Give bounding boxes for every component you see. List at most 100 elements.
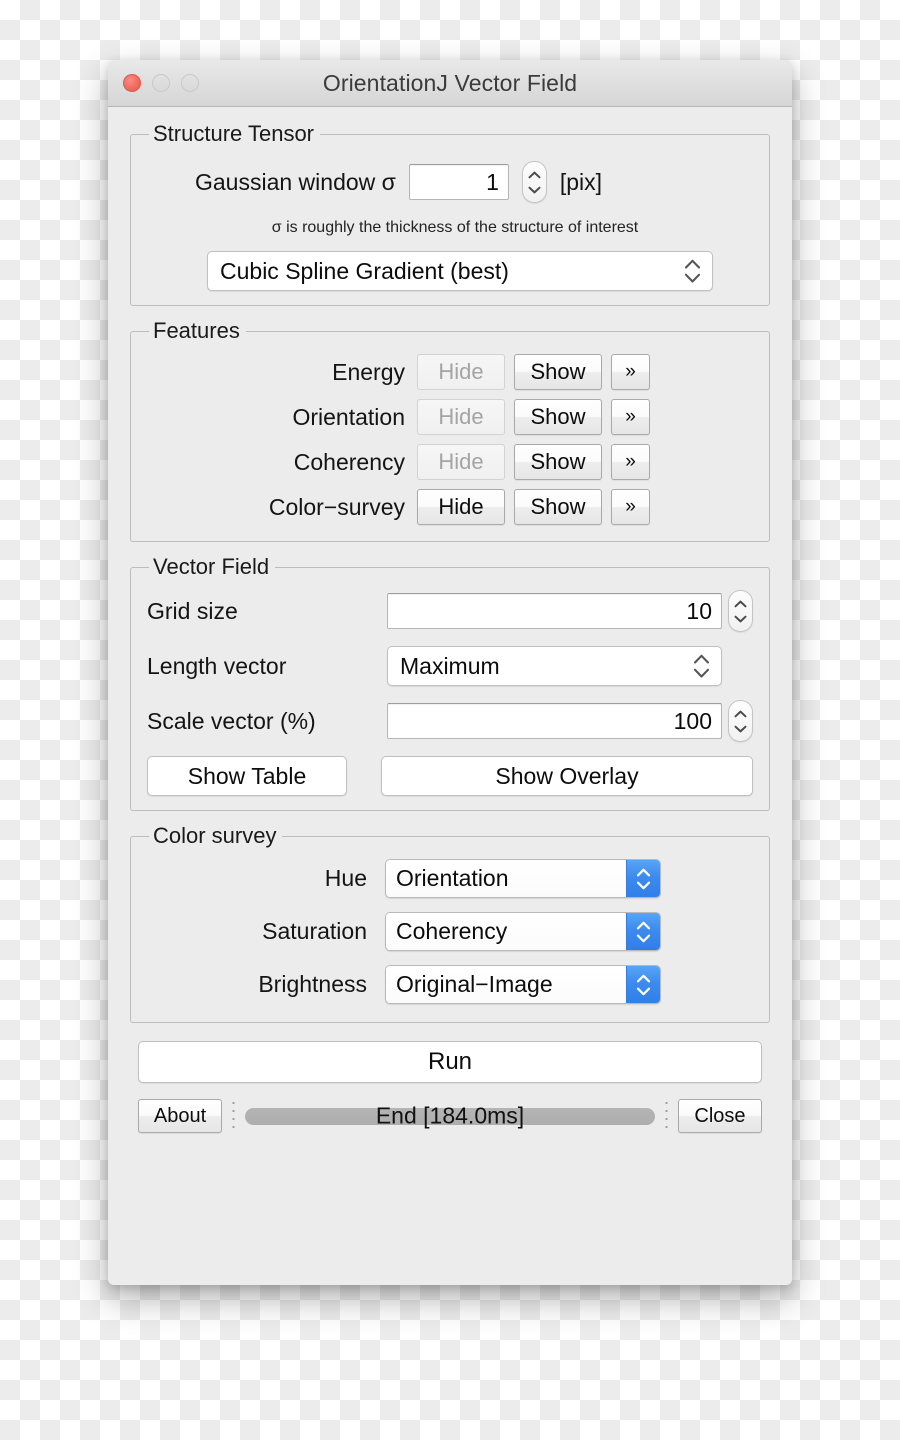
chevron-down-icon	[636, 987, 651, 995]
feature-label-color-survey: Color−survey	[268, 493, 405, 520]
window-title: OrientationJ Vector Field	[322, 69, 578, 96]
scale-vector-input[interactable]: 100	[387, 703, 722, 739]
chevron-down-icon	[734, 615, 747, 622]
vector-field-legend: Vector Field	[153, 554, 270, 579]
gaussian-window-label: Gaussian window σ	[195, 168, 396, 195]
coherency-hide-button[interactable]: Hide	[417, 444, 505, 480]
chevron-down-icon	[636, 934, 651, 942]
coherency-show-button[interactable]: Show	[514, 444, 602, 480]
feature-row-energy: Energy Hide Show »	[147, 354, 753, 390]
close-button[interactable]: Close	[678, 1099, 762, 1133]
scale-vector-stepper[interactable]	[728, 700, 753, 742]
chevron-up-icon	[636, 868, 651, 876]
saturation-select[interactable]: Coherency	[385, 912, 661, 951]
chevron-up-icon	[734, 710, 747, 717]
gradient-select[interactable]: Cubic Spline Gradient (best)	[207, 251, 713, 291]
scale-vector-control: 100	[387, 700, 753, 742]
length-vector-control: Maximum	[387, 646, 753, 686]
orientationj-vector-field-window: OrientationJ Vector Field Structure Tens…	[108, 60, 792, 1285]
orientation-hide-button[interactable]: Hide	[417, 399, 505, 435]
chevron-up-icon	[528, 171, 541, 178]
scale-vector-row: Scale vector (%) 100	[147, 700, 753, 742]
show-overlay-button[interactable]: Show Overlay	[381, 756, 753, 796]
feature-row-color-survey: Color−survey Hide Show »	[147, 489, 753, 525]
window-titlebar: OrientationJ Vector Field	[108, 60, 792, 107]
hue-row: Hue Orientation	[147, 859, 753, 898]
energy-more-button[interactable]: »	[611, 354, 650, 390]
chevron-up-icon	[734, 600, 747, 607]
length-vector-row: Length vector Maximum	[147, 646, 753, 686]
brightness-select[interactable]: Original−Image	[385, 965, 661, 1004]
feature-row-orientation: Orientation Hide Show »	[147, 399, 753, 435]
grid-size-input[interactable]: 10	[387, 593, 722, 629]
hue-select-value: Orientation	[386, 860, 626, 897]
grid-size-label: Grid size	[147, 597, 238, 624]
brightness-row: Brightness Original−Image	[147, 965, 753, 1004]
grid-size-control: 10	[387, 590, 753, 632]
orientation-more-button[interactable]: »	[611, 399, 650, 435]
color-survey-show-button[interactable]: Show	[514, 489, 602, 525]
run-button[interactable]: Run	[138, 1041, 762, 1083]
feature-row-coherency: Coherency Hide Show »	[147, 444, 753, 480]
energy-hide-button[interactable]: Hide	[417, 354, 505, 390]
color-survey-legend: Color survey	[153, 823, 277, 848]
sigma-hint-text: σ is roughly the thickness of the struct…	[271, 219, 639, 236]
hue-label: Hue	[324, 865, 367, 891]
saturation-select-value: Coherency	[386, 913, 626, 950]
zoom-window-button[interactable]	[181, 74, 199, 92]
structure-tensor-group: Structure Tensor Gaussian window σ 1 [pi…	[130, 121, 770, 306]
feature-label-energy: Energy	[332, 358, 405, 385]
saturation-label: Saturation	[262, 918, 367, 944]
window-content: Structure Tensor Gaussian window σ 1 [pi…	[108, 107, 792, 1285]
chevron-up-icon	[636, 974, 651, 982]
gradient-select-value: Cubic Spline Gradient (best)	[220, 257, 509, 284]
progress-status-text: End [184.0ms]	[375, 1102, 525, 1129]
gaussian-window-unit: [pix]	[559, 168, 603, 195]
chevron-updown-icon	[693, 654, 710, 678]
orientation-show-button[interactable]: Show	[514, 399, 602, 435]
brightness-select-arrows[interactable]	[626, 966, 660, 1003]
color-survey-hide-button[interactable]: Hide	[417, 489, 505, 525]
feature-label-orientation: Orientation	[292, 403, 405, 430]
brightness-select-value: Original−Image	[386, 966, 626, 1003]
saturation-row: Saturation Coherency	[147, 912, 753, 951]
status-separator-left	[232, 1099, 235, 1133]
length-vector-label: Length vector	[147, 652, 287, 679]
gaussian-window-input[interactable]: 1	[408, 164, 509, 200]
coherency-more-button[interactable]: »	[611, 444, 650, 480]
close-window-button[interactable]	[123, 74, 141, 92]
features-legend: Features	[153, 318, 240, 343]
scale-vector-label: Scale vector (%)	[147, 707, 316, 734]
grid-size-row: Grid size 10	[147, 590, 753, 632]
gradient-select-wrap: Cubic Spline Gradient (best)	[147, 251, 753, 291]
energy-show-button[interactable]: Show	[514, 354, 602, 390]
show-table-button[interactable]: Show Table	[147, 756, 347, 796]
chevron-down-icon	[528, 186, 541, 193]
grid-size-stepper[interactable]	[728, 590, 753, 632]
features-group: Features Energy Hide Show » Orientation …	[130, 318, 770, 542]
color-survey-group: Color survey Hue Orientation Saturation …	[130, 823, 770, 1023]
gaussian-window-stepper[interactable]	[521, 161, 547, 203]
gaussian-window-row: Gaussian window σ 1 [pix]	[147, 161, 753, 203]
status-separator-right	[665, 1099, 668, 1133]
length-vector-select[interactable]: Maximum	[387, 646, 722, 686]
hue-select-arrows[interactable]	[626, 860, 660, 897]
color-survey-more-button[interactable]: »	[611, 489, 650, 525]
traffic-lights	[123, 74, 199, 92]
chevron-updown-icon	[684, 259, 701, 283]
progress-bar: End [184.0ms]	[245, 1103, 655, 1129]
length-vector-value: Maximum	[400, 652, 500, 679]
brightness-label: Brightness	[258, 971, 367, 997]
chevron-up-icon	[636, 921, 651, 929]
hue-select[interactable]: Orientation	[385, 859, 661, 898]
saturation-select-arrows[interactable]	[626, 913, 660, 950]
feature-label-coherency: Coherency	[293, 448, 405, 475]
chevron-down-icon	[636, 881, 651, 889]
minimize-window-button[interactable]	[152, 74, 170, 92]
vector-field-buttons: Show Table Show Overlay	[147, 756, 753, 796]
status-bar: About End [184.0ms] Close	[130, 1099, 770, 1137]
about-button[interactable]: About	[138, 1099, 222, 1133]
vector-field-group: Vector Field Grid size 10 Length vector …	[130, 554, 770, 811]
chevron-down-icon	[734, 725, 747, 732]
structure-tensor-legend: Structure Tensor	[153, 121, 315, 146]
